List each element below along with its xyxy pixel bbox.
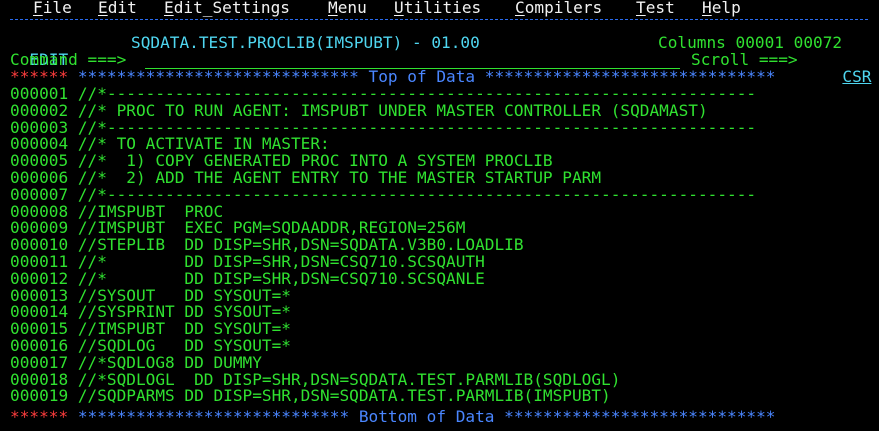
menu-edit[interactable]: Edit bbox=[98, 0, 137, 17]
menu-test[interactable]: Test bbox=[636, 0, 675, 17]
menu-bar: File Edit Edit_Settings Menu Utilities C… bbox=[0, 0, 879, 17]
scroll-amount-field[interactable]: CSR bbox=[823, 52, 871, 85]
bottom-of-data-line: ****** **************************** Bott… bbox=[10, 407, 776, 426]
line-number[interactable]: 000019 bbox=[10, 386, 68, 405]
menu-help[interactable]: Help bbox=[702, 0, 741, 17]
scroll-amount[interactable]: CSR bbox=[842, 67, 871, 86]
line-text[interactable]: //SQDPARMS DD DISP=SHR,DSN=SQDATA.TEST.P… bbox=[68, 386, 611, 405]
source-line[interactable]: 000019 //SQDPARMS DD DISP=SHR,DSN=SQDATA… bbox=[10, 388, 611, 405]
menu-menu[interactable]: Menu bbox=[328, 0, 367, 17]
bottom-stars: ****** bbox=[10, 407, 69, 426]
dataset-name: SQDATA.TEST.PROCLIB(IMSPUBT) - 01.00 bbox=[131, 33, 480, 52]
bottom-of-data-text: **************************** Bottom of D… bbox=[68, 407, 776, 426]
menu-file[interactable]: File bbox=[33, 0, 72, 17]
menu-edit-settings[interactable]: Edit_Settings bbox=[164, 0, 290, 17]
menu-utilities[interactable]: Utilities bbox=[394, 0, 481, 17]
menu-separator bbox=[10, 19, 868, 20]
menu-compilers[interactable]: Compilers bbox=[515, 0, 602, 17]
